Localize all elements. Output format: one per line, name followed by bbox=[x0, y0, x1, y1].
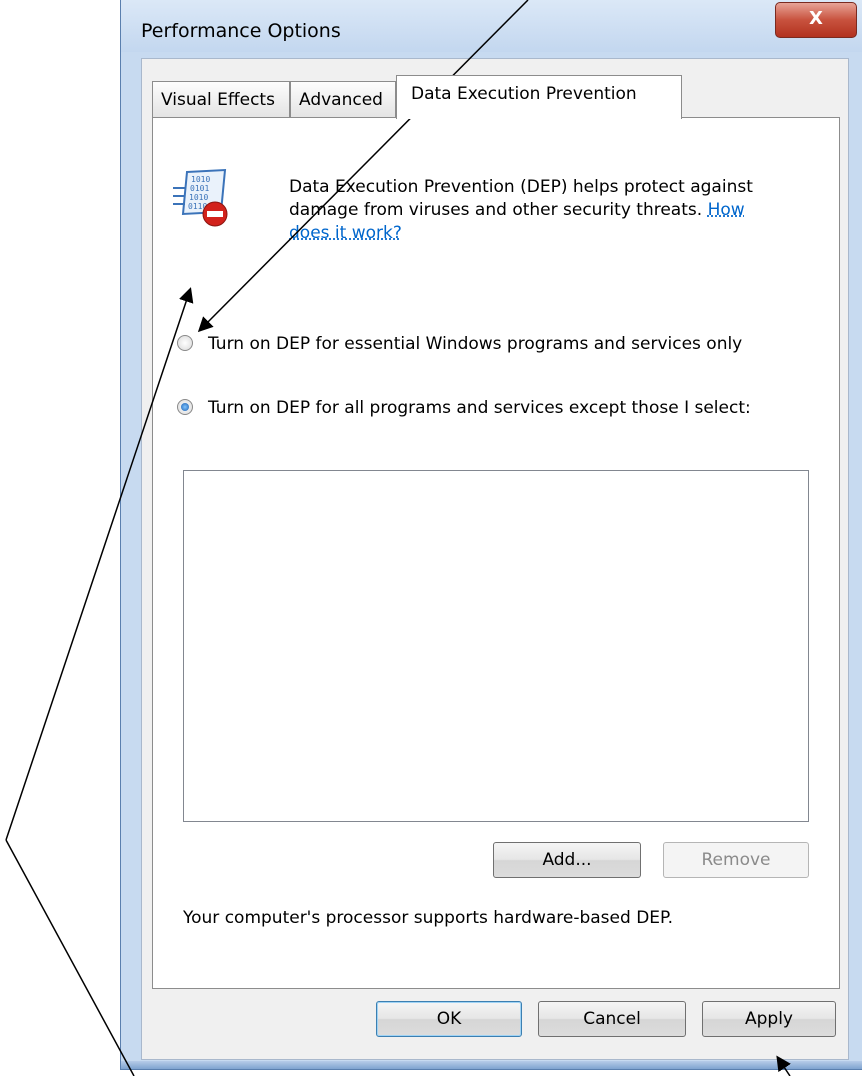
radio-essential-button[interactable] bbox=[177, 335, 193, 351]
dep-description: Data Execution Prevention (DEP) helps pr… bbox=[289, 177, 753, 243]
radio-all-programs[interactable]: Turn on DEP for all programs and service… bbox=[177, 396, 797, 446]
svg-text:1010: 1010 bbox=[191, 175, 210, 184]
tab-visual-effects[interactable]: Visual Effects bbox=[152, 81, 290, 118]
title-bar[interactable]: Performance Options X bbox=[121, 0, 862, 52]
dialog-client-area: Visual Effects Advanced Data Execution P… bbox=[141, 58, 849, 1060]
performance-options-window: Performance Options X Visual Effects Adv… bbox=[120, 0, 862, 1070]
add-button[interactable]: Add... bbox=[493, 842, 641, 878]
tab-label: Advanced bbox=[299, 90, 383, 110]
svg-text:1010: 1010 bbox=[189, 193, 208, 202]
dep-tab-panel: 1010 0101 1010 0110 Data Execution Preve… bbox=[152, 117, 840, 989]
annotation-arrow-line bbox=[5, 839, 135, 1076]
tab-data-execution-prevention[interactable]: Data Execution Prevention bbox=[396, 75, 682, 119]
close-icon: X bbox=[809, 8, 823, 29]
dep-shield-icon: 1010 0101 1010 0110 bbox=[173, 168, 228, 227]
tab-label: Data Execution Prevention bbox=[411, 84, 637, 104]
radio-all-programs-button[interactable] bbox=[177, 399, 193, 415]
remove-button[interactable]: Remove bbox=[663, 842, 809, 878]
radio-essential-label: Turn on DEP for essential Windows progra… bbox=[208, 334, 743, 354]
close-button[interactable]: X bbox=[775, 2, 857, 38]
hardware-dep-status: Your computer's processor supports hardw… bbox=[183, 908, 674, 928]
tab-label: Visual Effects bbox=[161, 90, 275, 110]
tab-advanced[interactable]: Advanced bbox=[290, 81, 396, 118]
ok-button[interactable]: OK bbox=[376, 1001, 522, 1037]
radio-essential-only[interactable]: Turn on DEP for essential Windows progra… bbox=[177, 332, 797, 382]
excluded-programs-list[interactable] bbox=[183, 470, 809, 822]
svg-text:0101: 0101 bbox=[190, 184, 209, 193]
radio-all-programs-label: Turn on DEP for all programs and service… bbox=[208, 398, 751, 418]
apply-button[interactable]: Apply bbox=[702, 1001, 836, 1037]
window-title: Performance Options bbox=[141, 20, 341, 42]
cancel-button[interactable]: Cancel bbox=[538, 1001, 686, 1037]
